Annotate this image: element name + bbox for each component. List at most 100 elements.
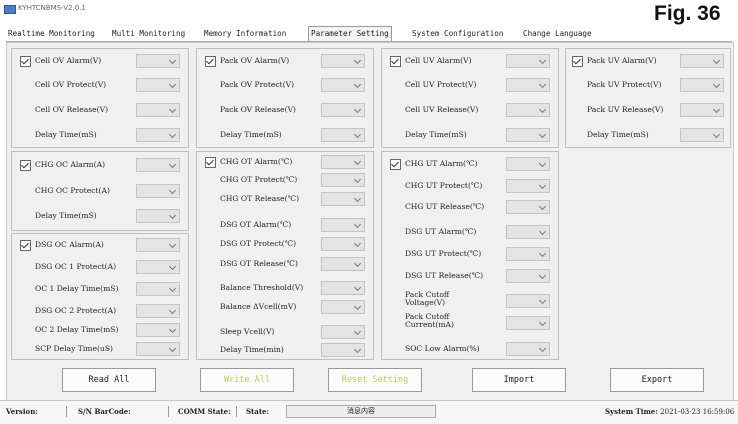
cell-ov-alarm-combo[interactable] xyxy=(136,54,180,68)
export-button[interactable]: Export xyxy=(610,368,704,392)
tab-multi-monitoring[interactable]: Multi Monitoring xyxy=(110,27,187,40)
balance-dvcell-combo[interactable] xyxy=(321,300,365,314)
chg-ot-alarm-checkbox[interactable] xyxy=(205,157,216,168)
tab-system-configuration[interactable]: System Configuration xyxy=(410,27,505,40)
dsg-ut-release-combo[interactable] xyxy=(506,269,550,283)
cell-ov-alarm-checkbox[interactable] xyxy=(20,56,31,67)
chg-oc-delay-label: Delay Time(mS) xyxy=(35,211,97,220)
dsg-ot-release-combo[interactable] xyxy=(321,257,365,271)
cell-uv-delay-combo[interactable] xyxy=(506,128,550,142)
ot-balance-group: CHG OT Alarm(℃) CHG OT Protect(℃) CHG OT… xyxy=(196,151,374,360)
chevron-down-icon xyxy=(538,249,547,258)
chevron-down-icon xyxy=(168,130,177,139)
pack-ov-release-combo[interactable] xyxy=(321,103,365,117)
window-title: KYHTCNBMS-V2.0.1 xyxy=(18,4,86,12)
comm-state-label: COMM State: xyxy=(178,407,231,416)
tab-realtime-monitoring[interactable]: Realtime Monitoring xyxy=(6,27,97,40)
dsg-oc2-protect-label: DSG OC 2 Protect(A) xyxy=(35,306,117,315)
dsg-ot-release-label: DSG OT Release(℃) xyxy=(220,259,298,268)
dsg-oc-alarm-checkbox[interactable] xyxy=(20,240,31,251)
reset-setting-button[interactable]: Reset Setting xyxy=(328,368,422,392)
status-separator xyxy=(66,406,67,417)
scp-delay-combo[interactable] xyxy=(136,342,180,356)
pack-ov-protect-label: Pack OV Protect(V) xyxy=(220,80,295,89)
cell-ov-protect-combo[interactable] xyxy=(136,78,180,92)
chg-ut-protect-combo[interactable] xyxy=(506,179,550,193)
pack-uv-group: Pack UV Alarm(V) Pack UV Protect(V) Pack… xyxy=(565,48,731,148)
action-bar: Read All Write All Reset Setting Import … xyxy=(6,362,732,398)
dsg-oc1-protect-combo[interactable] xyxy=(136,260,180,274)
cell-uv-alarm-checkbox[interactable] xyxy=(390,56,401,67)
chg-ut-release-combo[interactable] xyxy=(506,200,550,214)
chevron-down-icon xyxy=(712,80,721,89)
system-time: System Time: 2021-03-23 16:59:06 xyxy=(605,407,735,416)
chg-ot-protect-label: CHG OT Protect(℃) xyxy=(220,175,298,184)
state-label: State: xyxy=(246,407,270,416)
chg-ut-alarm-checkbox[interactable] xyxy=(390,159,401,170)
pack-cutoff-current-combo[interactable] xyxy=(506,316,550,330)
dsg-ut-alarm-label: DSG UT Alarm(℃) xyxy=(405,227,477,236)
tab-change-language[interactable]: Change Language xyxy=(521,27,594,40)
chevron-down-icon xyxy=(353,157,362,166)
tab-memory-information[interactable]: Memory Information xyxy=(202,27,288,40)
pack-cutoff-voltage-combo[interactable] xyxy=(506,294,550,308)
chg-ot-alarm-combo[interactable] xyxy=(321,155,365,169)
oc1-delay-combo[interactable] xyxy=(136,282,180,296)
import-button[interactable]: Import xyxy=(472,368,566,392)
chevron-down-icon xyxy=(538,56,547,65)
dsg-oc2-protect-combo[interactable] xyxy=(136,304,180,318)
dsg-ot-alarm-combo[interactable] xyxy=(321,218,365,232)
pack-ov-delay-label: Delay Time(mS) xyxy=(220,130,282,139)
cell-ov-release-label: Cell OV Release(V) xyxy=(35,105,109,114)
cell-uv-protect-combo[interactable] xyxy=(506,78,550,92)
dsg-ot-protect-combo[interactable] xyxy=(321,237,365,251)
figure-label: Fig. 36 xyxy=(654,2,721,25)
balance-threshold-combo[interactable] xyxy=(321,281,365,295)
cell-ov-delay-combo[interactable] xyxy=(136,128,180,142)
chevron-down-icon xyxy=(538,80,547,89)
chevron-down-icon xyxy=(168,80,177,89)
chg-oc-alarm-checkbox[interactable] xyxy=(20,160,31,171)
chg-oc-delay-combo[interactable] xyxy=(136,209,180,223)
pack-uv-delay-combo[interactable] xyxy=(680,128,724,142)
sleep-delay-combo[interactable] xyxy=(321,343,365,357)
chg-ot-alarm-label: CHG OT Alarm(℃) xyxy=(220,157,293,166)
chg-ot-protect-combo[interactable] xyxy=(321,173,365,187)
chevron-down-icon xyxy=(168,284,177,293)
dsg-ot-alarm-label: DSG OT Alarm(℃) xyxy=(220,220,292,229)
write-all-button[interactable]: Write All xyxy=(200,368,294,392)
cell-ov-release-combo[interactable] xyxy=(136,103,180,117)
dsg-ut-protect-combo[interactable] xyxy=(506,247,550,261)
dsg-ut-protect-label: DSG UT Protect(℃) xyxy=(405,249,482,258)
chevron-down-icon xyxy=(353,239,362,248)
dsg-oc-alarm-combo[interactable] xyxy=(136,238,180,252)
sleep-vcell-combo[interactable] xyxy=(321,325,365,339)
pack-ov-protect-combo[interactable] xyxy=(321,78,365,92)
chevron-down-icon xyxy=(353,259,362,268)
dsg-ut-release-label: DSG UT Release(℃) xyxy=(405,271,484,280)
cell-uv-release-combo[interactable] xyxy=(506,103,550,117)
pack-uv-alarm-combo[interactable] xyxy=(680,54,724,68)
pack-ov-alarm-combo[interactable] xyxy=(321,54,365,68)
chevron-down-icon xyxy=(168,344,177,353)
oc2-delay-combo[interactable] xyxy=(136,323,180,337)
pack-ov-alarm-label: Pack OV Alarm(V) xyxy=(220,56,290,65)
pack-uv-alarm-checkbox[interactable] xyxy=(572,56,583,67)
soc-low-alarm-combo[interactable] xyxy=(506,342,550,356)
chg-oc-protect-combo[interactable] xyxy=(136,184,180,198)
tab-parameter-setting[interactable]: Parameter Setting xyxy=(308,26,392,41)
read-all-button[interactable]: Read All xyxy=(62,368,156,392)
cell-uv-release-label: Cell UV Release(V) xyxy=(405,105,479,114)
chevron-down-icon xyxy=(353,327,362,336)
version-label: Version: xyxy=(6,407,38,416)
cell-uv-alarm-combo[interactable] xyxy=(506,54,550,68)
chg-ut-alarm-combo[interactable] xyxy=(506,157,550,171)
pack-cutoff-voltage-label: Pack Cutoff Voltage(V) xyxy=(405,290,450,307)
chg-oc-alarm-combo[interactable] xyxy=(136,158,180,172)
dsg-ut-alarm-combo[interactable] xyxy=(506,225,550,239)
pack-ov-delay-combo[interactable] xyxy=(321,128,365,142)
chg-ot-release-combo[interactable] xyxy=(321,192,365,206)
pack-uv-release-combo[interactable] xyxy=(680,103,724,117)
pack-ov-alarm-checkbox[interactable] xyxy=(205,56,216,67)
pack-uv-protect-combo[interactable] xyxy=(680,78,724,92)
